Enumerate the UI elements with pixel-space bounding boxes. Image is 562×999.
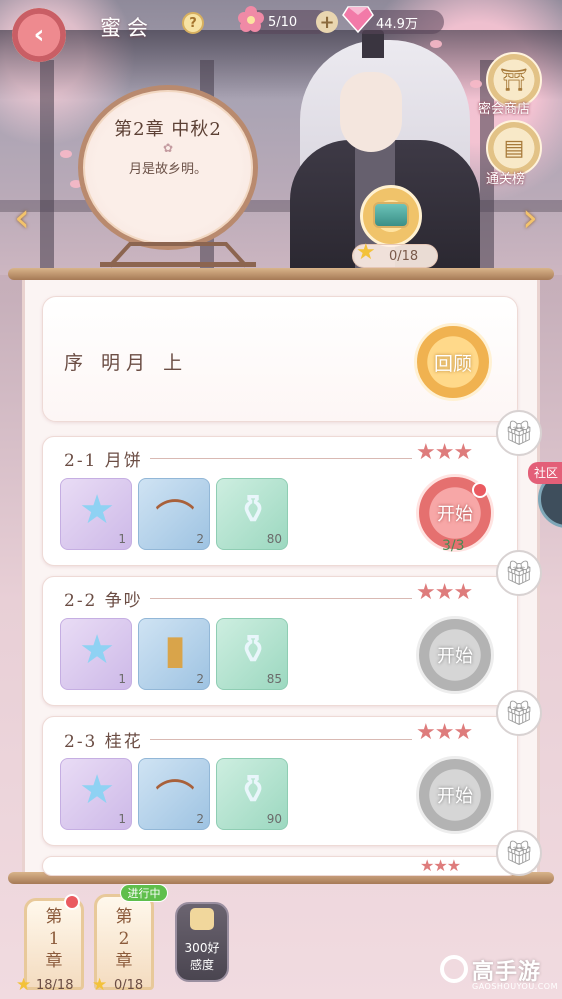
pillar (40, 60, 54, 275)
favor-line: 300好 (184, 941, 220, 955)
tab-label-line: 第 (115, 907, 133, 927)
petal (430, 40, 442, 48)
character-face (340, 72, 402, 152)
level-title: 2-1 月饼 (64, 451, 143, 471)
level-title: 2-3 桂花 (64, 732, 143, 752)
favor-requirement: 300好 感度 (175, 940, 229, 974)
next-chapter-arrow[interactable]: › (522, 198, 550, 240)
lock-icon (190, 908, 214, 930)
item-count: 80 (266, 532, 282, 546)
chapter-title: 第2章 中秋2 (114, 119, 222, 140)
back-arrow-icon: ‹ (33, 20, 45, 50)
back-button[interactable]: ‹ (12, 8, 66, 62)
tab-label-line: 章 (45, 951, 63, 971)
gift-box-button[interactable]: 🎁︎ (496, 410, 542, 456)
frame-stand (100, 242, 256, 268)
roof-shadow (0, 30, 562, 100)
level-title: 2-2 争吵 (64, 591, 143, 611)
start-button-locked[interactable]: 开始 (416, 616, 494, 694)
reward-item[interactable]: ★ 1 (60, 618, 132, 690)
tab-label-line: 章 (115, 951, 133, 971)
flower-ornament-icon: ✿ (162, 141, 174, 155)
diamond-icon (342, 6, 374, 33)
item-count: 1 (118, 532, 126, 546)
star-crystal-icon: ★ (79, 767, 115, 813)
prev-chapter-arrow[interactable]: ‹ (14, 198, 42, 240)
reward-item[interactable]: ⚱ 85 (216, 618, 288, 690)
item-count: 1 (118, 812, 126, 826)
start-button-locked[interactable]: 开始 (416, 756, 494, 834)
reward-item[interactable]: ★ 1 (60, 478, 132, 550)
item-count: 1 (118, 672, 126, 686)
flower-count: 5/10 (268, 14, 298, 30)
community-label[interactable]: 社区 (528, 462, 562, 484)
star-crystal-icon: ★ (79, 627, 115, 673)
in-progress-badge: 进行中 (120, 884, 168, 902)
petal (60, 150, 72, 158)
tab-star-count: 0/18 (114, 978, 144, 993)
reward-item[interactable]: ▮ 2 (138, 618, 210, 690)
watermark-logo-icon (440, 955, 468, 983)
notification-dot (472, 482, 488, 498)
golden-plaque-icon: ▮ (163, 627, 186, 673)
level-stars: ★★★ (416, 440, 473, 465)
chapter-description: 月是故乡明。 (128, 162, 207, 177)
flower-icon (238, 6, 264, 32)
tab-star-count: 18/18 (36, 978, 74, 993)
item-count: 90 (266, 812, 282, 826)
gift-icon: 🎁︎ (503, 839, 535, 867)
ranking-label: 通关榜 (486, 172, 526, 187)
prologue-label: 序 明月 上 (64, 352, 189, 374)
level-stars: ★★★ (416, 720, 473, 745)
gift-box-button[interactable]: 🎁︎ (496, 690, 542, 736)
star-icon: ★ (356, 240, 376, 265)
watermark-subtitle: GAOSHOUYOU.COM (472, 982, 559, 991)
star-icon: ★ (92, 975, 108, 995)
star-progress-text: 0/18 (389, 248, 419, 264)
item-count: 85 (266, 672, 282, 686)
potion-bottle-icon: ⚱ (236, 767, 270, 813)
tab-label-line: 2 (118, 929, 130, 949)
reward-item[interactable]: ⚱ 90 (216, 758, 288, 830)
petal (470, 80, 482, 88)
favor-line: 感度 (189, 958, 214, 972)
gem-count: 44.9万 (376, 16, 418, 32)
reward-item[interactable]: ★ 1 (60, 758, 132, 830)
gift-icon: 🎁︎ (503, 419, 535, 447)
item-count: 2 (196, 532, 204, 546)
divider (150, 739, 412, 740)
gift-icon: 🎁︎ (503, 559, 535, 587)
reward-item[interactable]: ⌒ 2 (138, 478, 210, 550)
shop-label: 密会商店 (478, 102, 531, 117)
review-button[interactable]: 回顾 (414, 323, 492, 401)
character-crown (362, 30, 384, 58)
notification-dot (64, 894, 80, 910)
divider (150, 598, 412, 599)
add-flower-button[interactable]: + (316, 11, 338, 33)
divider (150, 458, 412, 459)
item-count: 2 (196, 672, 204, 686)
level-stars: ★★★ (420, 856, 461, 875)
item-count: 2 (196, 812, 204, 826)
gift-icon: 🎁︎ (503, 699, 535, 727)
tab-label: 第 1 章 (24, 906, 84, 972)
scroll-rod-top (8, 268, 554, 280)
scroll-icon: ▤ (503, 135, 525, 161)
tab-label: 第 2 章 (94, 906, 154, 972)
help-button[interactable]: ? (182, 12, 204, 34)
reward-item[interactable]: ⌒ 2 (138, 758, 210, 830)
level-stars: ★★★ (416, 580, 473, 605)
shop-icon: ⛩ (500, 67, 528, 93)
gift-box-button[interactable]: 🎁︎ (496, 830, 542, 876)
page-title: 蜜会 (100, 16, 154, 40)
star-crystal-icon: ★ (79, 487, 115, 533)
gift-box-button[interactable]: 🎁︎ (496, 550, 542, 596)
potion-bottle-icon: ⚱ (236, 627, 270, 673)
tab-label-line: 1 (48, 929, 60, 949)
reward-item[interactable]: ⚱ 80 (216, 478, 288, 550)
attempts-remaining: 3/3 (442, 538, 465, 554)
star-icon: ★ (16, 975, 32, 995)
chest-icon (373, 202, 409, 228)
potion-bottle-icon: ⚱ (236, 487, 270, 533)
